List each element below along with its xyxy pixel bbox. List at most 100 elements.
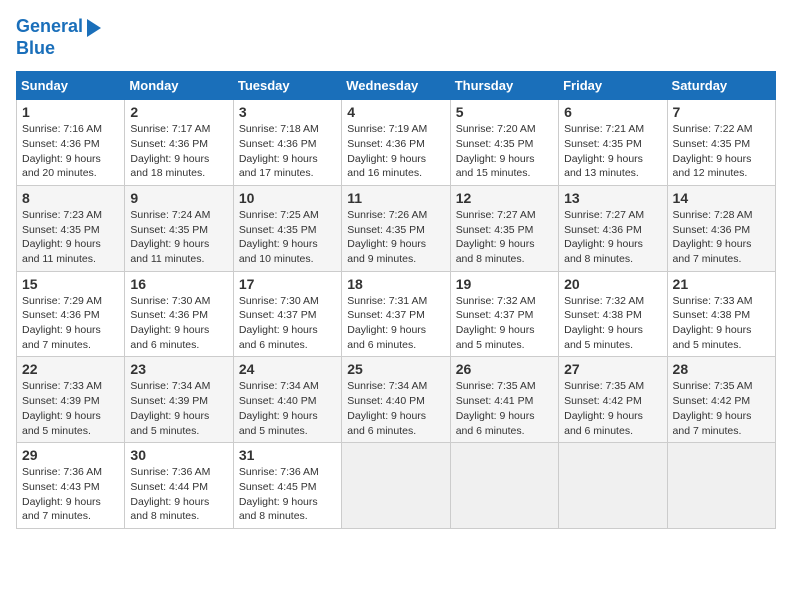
day-number: 26 — [456, 361, 553, 377]
calendar-cell: 4Sunrise: 7:19 AMSunset: 4:36 PMDaylight… — [342, 100, 450, 186]
day-number: 1 — [22, 104, 119, 120]
logo: General Blue — [16, 16, 101, 59]
day-number: 24 — [239, 361, 336, 377]
day-number: 17 — [239, 276, 336, 292]
day-number: 6 — [564, 104, 661, 120]
calendar-cell: 6 Sunrise: 7:21 AMSunset: 4:35 PMDaylight… — [559, 100, 667, 186]
calendar-cell: 7 Sunrise: 7:22 AMSunset: 4:35 PMDaylight… — [667, 100, 775, 186]
day-info: Sunrise: 7:30 AMSunset: 4:37 PMDaylight:… — [239, 294, 336, 353]
day-info: Sunrise: 7:29 AMSunset: 4:36 PMDaylight:… — [22, 294, 119, 353]
calendar-cell: 16 Sunrise: 7:30 AMSunset: 4:36 PMDayligh… — [125, 271, 233, 357]
day-number: 16 — [130, 276, 227, 292]
day-number: 18 — [347, 276, 444, 292]
day-info: Sunrise: 7:32 AMSunset: 4:37 PMDaylight:… — [456, 294, 553, 353]
day-number: 9 — [130, 190, 227, 206]
day-info: Sunrise: 7:36 AMSunset: 4:43 PMDaylight:… — [22, 465, 119, 524]
day-info: Sunrise: 7:22 AMSunset: 4:35 PMDaylight:… — [673, 122, 770, 181]
day-number: 30 — [130, 447, 227, 463]
calendar-cell — [450, 443, 558, 529]
day-info: Sunrise: 7:35 AMSunset: 4:42 PMDaylight:… — [564, 379, 661, 438]
day-info: Sunrise: 7:30 AMSunset: 4:36 PMDaylight:… — [130, 294, 227, 353]
day-number: 3 — [239, 104, 336, 120]
day-info: Sunrise: 7:26 AMSunset: 4:35 PMDaylight:… — [347, 208, 444, 267]
days-header-row: SundayMondayTuesdayWednesdayThursdayFrid… — [17, 72, 776, 100]
calendar-cell: 2 Sunrise: 7:17 AMSunset: 4:36 PMDaylight… — [125, 100, 233, 186]
calendar-cell: 5 Sunrise: 7:20 AMSunset: 4:35 PMDaylight… — [450, 100, 558, 186]
day-info: Sunrise: 7:24 AMSunset: 4:35 PMDaylight:… — [130, 208, 227, 267]
day-info: Sunrise: 7:33 AMSunset: 4:39 PMDaylight:… — [22, 379, 119, 438]
day-number: 29 — [22, 447, 119, 463]
calendar-cell: 29 Sunrise: 7:36 AMSunset: 4:43 PMDayligh… — [17, 443, 125, 529]
calendar-cell: 14 Sunrise: 7:28 AMSunset: 4:36 PMDayligh… — [667, 185, 775, 271]
day-info: Sunrise: 7:34 AMSunset: 4:39 PMDaylight:… — [130, 379, 227, 438]
calendar-cell: 30 Sunrise: 7:36 AMSunset: 4:44 PMDayligh… — [125, 443, 233, 529]
day-info: Sunrise: 7:18 AMSunset: 4:36 PMDaylight:… — [239, 122, 336, 181]
day-number: 7 — [673, 104, 770, 120]
page-header: General Blue — [16, 16, 776, 59]
week-row-1: 1 Sunrise: 7:16 AMSunset: 4:36 PMDaylight… — [17, 100, 776, 186]
day-info: Sunrise: 7:32 AMSunset: 4:38 PMDaylight:… — [564, 294, 661, 353]
calendar-cell: 23 Sunrise: 7:34 AMSunset: 4:39 PMDayligh… — [125, 357, 233, 443]
day-info: Sunrise: 7:25 AMSunset: 4:35 PMDaylight:… — [239, 208, 336, 267]
day-number: 14 — [673, 190, 770, 206]
calendar-cell: 25Sunrise: 7:34 AMSunset: 4:40 PMDayligh… — [342, 357, 450, 443]
day-info: Sunrise: 7:16 AMSunset: 4:36 PMDaylight:… — [22, 122, 119, 181]
day-info: Sunrise: 7:34 AMSunset: 4:40 PMDaylight:… — [239, 379, 336, 438]
day-info: Sunrise: 7:20 AMSunset: 4:35 PMDaylight:… — [456, 122, 553, 181]
calendar-cell: 17 Sunrise: 7:30 AMSunset: 4:37 PMDayligh… — [233, 271, 341, 357]
day-header-sunday: Sunday — [17, 72, 125, 100]
day-number: 25 — [347, 361, 444, 377]
day-number: 31 — [239, 447, 336, 463]
day-info: Sunrise: 7:21 AMSunset: 4:35 PMDaylight:… — [564, 122, 661, 181]
day-number: 22 — [22, 361, 119, 377]
day-number: 27 — [564, 361, 661, 377]
day-info: Sunrise: 7:35 AMSunset: 4:42 PMDaylight:… — [673, 379, 770, 438]
calendar-cell: 31 Sunrise: 7:36 AMSunset: 4:45 PMDayligh… — [233, 443, 341, 529]
calendar-cell: 27 Sunrise: 7:35 AMSunset: 4:42 PMDayligh… — [559, 357, 667, 443]
day-number: 20 — [564, 276, 661, 292]
week-row-4: 22 Sunrise: 7:33 AMSunset: 4:39 PMDayligh… — [17, 357, 776, 443]
calendar-cell: 1 Sunrise: 7:16 AMSunset: 4:36 PMDaylight… — [17, 100, 125, 186]
day-info: Sunrise: 7:28 AMSunset: 4:36 PMDaylight:… — [673, 208, 770, 267]
day-number: 21 — [673, 276, 770, 292]
day-number: 28 — [673, 361, 770, 377]
day-header-saturday: Saturday — [667, 72, 775, 100]
day-info: Sunrise: 7:31 AMSunset: 4:37 PMDaylight:… — [347, 294, 444, 353]
day-number: 23 — [130, 361, 227, 377]
day-header-wednesday: Wednesday — [342, 72, 450, 100]
calendar-cell: 24 Sunrise: 7:34 AMSunset: 4:40 PMDayligh… — [233, 357, 341, 443]
day-number: 19 — [456, 276, 553, 292]
calendar-cell: 13Sunrise: 7:27 AMSunset: 4:36 PMDayligh… — [559, 185, 667, 271]
day-number: 4 — [347, 104, 444, 120]
calendar-cell: 12 Sunrise: 7:27 AMSunset: 4:35 PMDayligh… — [450, 185, 558, 271]
calendar-cell: 15Sunrise: 7:29 AMSunset: 4:36 PMDayligh… — [17, 271, 125, 357]
calendar-cell: 18 Sunrise: 7:31 AMSunset: 4:37 PMDayligh… — [342, 271, 450, 357]
day-info: Sunrise: 7:36 AMSunset: 4:45 PMDaylight:… — [239, 465, 336, 524]
day-header-friday: Friday — [559, 72, 667, 100]
day-info: Sunrise: 7:33 AMSunset: 4:38 PMDaylight:… — [673, 294, 770, 353]
day-number: 11 — [347, 190, 444, 206]
week-row-3: 15Sunrise: 7:29 AMSunset: 4:36 PMDayligh… — [17, 271, 776, 357]
calendar-cell: 28 Sunrise: 7:35 AMSunset: 4:42 PMDayligh… — [667, 357, 775, 443]
week-row-5: 29 Sunrise: 7:36 AMSunset: 4:43 PMDayligh… — [17, 443, 776, 529]
day-info: Sunrise: 7:36 AMSunset: 4:44 PMDaylight:… — [130, 465, 227, 524]
calendar-cell: 11 Sunrise: 7:26 AMSunset: 4:35 PMDayligh… — [342, 185, 450, 271]
calendar-cell: 9 Sunrise: 7:24 AMSunset: 4:35 PMDaylight… — [125, 185, 233, 271]
calendar-table: SundayMondayTuesdayWednesdayThursdayFrid… — [16, 71, 776, 529]
calendar-cell — [342, 443, 450, 529]
calendar-cell: 19 Sunrise: 7:32 AMSunset: 4:37 PMDayligh… — [450, 271, 558, 357]
day-info: Sunrise: 7:27 AMSunset: 4:35 PMDaylight:… — [456, 208, 553, 267]
day-number: 8 — [22, 190, 119, 206]
day-info: Sunrise: 7:17 AMSunset: 4:36 PMDaylight:… — [130, 122, 227, 181]
logo-arrow — [87, 19, 101, 37]
day-header-monday: Monday — [125, 72, 233, 100]
day-number: 12 — [456, 190, 553, 206]
day-number: 10 — [239, 190, 336, 206]
day-number: 5 — [456, 104, 553, 120]
calendar-cell: 22 Sunrise: 7:33 AMSunset: 4:39 PMDayligh… — [17, 357, 125, 443]
logo-blue: Blue — [16, 38, 101, 60]
day-info: Sunrise: 7:27 AMSunset: 4:36 PMDaylight:… — [564, 208, 661, 267]
day-number: 2 — [130, 104, 227, 120]
day-info: Sunrise: 7:23 AMSunset: 4:35 PMDaylight:… — [22, 208, 119, 267]
calendar-cell: 20 Sunrise: 7:32 AMSunset: 4:38 PMDayligh… — [559, 271, 667, 357]
